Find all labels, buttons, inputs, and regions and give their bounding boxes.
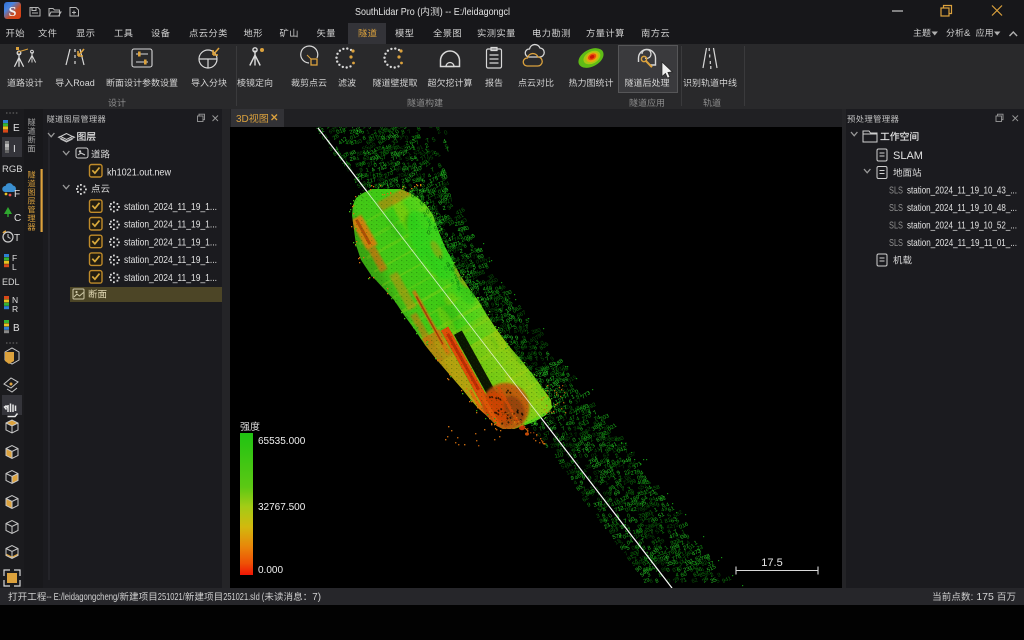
- svg-text:17.5: 17.5: [761, 557, 782, 569]
- svg-text:kh1021.out.new: kh1021.out.new: [107, 167, 171, 179]
- svg-text:station_2024_11_19_10_43_...: station_2024_11_19_10_43_...: [907, 185, 1017, 197]
- svg-text:0: 0: [666, 567, 671, 574]
- svg-text:7: 7: [407, 129, 413, 136]
- svg-text:RGB: RGB: [2, 164, 23, 175]
- svg-text:I: I: [13, 144, 16, 155]
- svg-text:S: S: [9, 5, 17, 20]
- svg-text:941: 941: [721, 576, 732, 585]
- svg-text:T: T: [14, 233, 20, 244]
- svg-text:B: B: [13, 323, 20, 334]
- svg-text:3D: 3D: [236, 114, 249, 125]
- svg-text:32767.500: 32767.500: [258, 502, 306, 513]
- svg-text:: 175: : 175: [971, 591, 995, 603]
- svg-text:&: &: [964, 28, 971, 39]
- svg-text:SLS: SLS: [889, 238, 903, 249]
- svg-text:5: 5: [716, 578, 721, 585]
- svg-text:8: 8: [655, 578, 660, 585]
- svg-text:station_2024_11_19_1...: station_2024_11_19_1...: [124, 201, 217, 213]
- svg-text:66: 66: [520, 344, 528, 352]
- svg-text:773: 773: [581, 390, 592, 400]
- svg-text:station_2024_11_19_1...: station_2024_11_19_1...: [124, 219, 217, 231]
- svg-text:station_2024_11_19_1...: station_2024_11_19_1...: [124, 254, 217, 266]
- svg-text:251021/: 251021/: [158, 591, 185, 603]
- svg-text:station_2024_11_19_1...: station_2024_11_19_1...: [124, 272, 217, 284]
- svg-text:R: R: [12, 304, 18, 314]
- svg-text:5: 5: [431, 137, 437, 144]
- svg-text:SouthLidar Pro (: SouthLidar Pro (: [355, 6, 421, 18]
- svg-text:Road: Road: [73, 78, 95, 88]
- svg-text:0.000: 0.000: [258, 565, 283, 576]
- svg-text:6: 6: [649, 578, 653, 585]
- svg-text:7): 7): [312, 591, 321, 603]
- svg-text:1: 1: [436, 152, 442, 159]
- svg-text:6: 6: [485, 264, 490, 271]
- svg-text:) -- E:/leidagongcl: ) -- E:/leidagongcl: [440, 6, 510, 18]
- svg-text:station_2024_11_19_1...: station_2024_11_19_1...: [124, 236, 217, 248]
- svg-text:station_2024_11_19_10_52_...: station_2024_11_19_10_52_...: [907, 220, 1017, 232]
- svg-text:EDL: EDL: [2, 277, 20, 287]
- svg-text:6: 6: [463, 243, 468, 250]
- svg-text:SLS: SLS: [889, 203, 903, 214]
- svg-text:station_2024_11_19_10_48_...: station_2024_11_19_10_48_...: [907, 202, 1017, 214]
- svg-text:station_2024_11_19_11_01_...: station_2024_11_19_11_01_...: [907, 237, 1017, 249]
- svg-text:2: 2: [525, 329, 531, 336]
- svg-text:SLS: SLS: [889, 221, 903, 232]
- svg-text:E: E: [13, 123, 20, 134]
- svg-text:C: C: [14, 213, 21, 224]
- svg-text:F: F: [14, 189, 20, 200]
- svg-text:4: 4: [428, 124, 434, 131]
- svg-text:SLS: SLS: [889, 186, 903, 197]
- svg-text:71: 71: [680, 577, 688, 585]
- svg-text:65535.000: 65535.000: [258, 436, 306, 447]
- svg-text:SLAM: SLAM: [893, 150, 923, 162]
- svg-text:9: 9: [587, 502, 592, 509]
- svg-text:L: L: [12, 262, 17, 272]
- svg-text:-- E:/leidagongcheng/: -- E:/leidagongcheng/: [46, 591, 119, 603]
- svg-text:251021.sld (: 251021.sld (: [223, 591, 264, 603]
- svg-text:62: 62: [691, 578, 699, 585]
- svg-text:0: 0: [443, 130, 449, 137]
